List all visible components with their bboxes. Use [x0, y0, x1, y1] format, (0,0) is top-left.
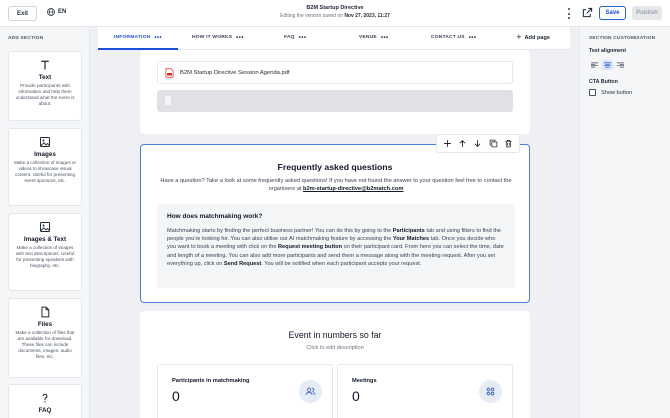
tab-how-it-works[interactable]: HOW IT WORKS •••: [192, 35, 244, 41]
align-right-icon: [617, 62, 624, 68]
tab-label: INFORMATION: [114, 35, 151, 40]
pdf-file-icon: [165, 67, 174, 78]
section-card-files[interactable]: Files Make a collection of files that ar…: [8, 298, 82, 378]
meetings-grid-icon: [479, 380, 502, 403]
section-card-description: Make a collection of images with text de…: [15, 245, 75, 269]
show-button-toggle[interactable]: Show button: [589, 89, 632, 96]
tab-options-icon[interactable]: •••: [299, 35, 307, 41]
tab-venue[interactable]: VENUE •••: [359, 35, 389, 41]
tab-information[interactable]: INFORMATION •••: [114, 35, 162, 41]
add-section-title: ADD SECTION: [8, 36, 44, 41]
cta-button-label: CTA Button: [589, 79, 618, 85]
tab-options-icon[interactable]: •••: [154, 35, 162, 41]
save-button[interactable]: Save: [599, 6, 626, 20]
section-card-name: Files: [37, 321, 53, 328]
delete-icon[interactable]: [504, 139, 513, 148]
text-alignment-label: Text alignment: [589, 48, 626, 54]
move-up-icon[interactable]: [458, 139, 467, 148]
top-bar: Exit EN B2M Startup Directive Editing th…: [0, 0, 670, 27]
align-right-button[interactable]: [615, 60, 626, 70]
faq-question: How does matchmaking work?: [167, 213, 263, 220]
align-center-button[interactable]: [602, 60, 613, 70]
customization-title: SECTION CUSTOMIZATION: [589, 36, 656, 41]
plus-icon: +: [516, 32, 522, 42]
file-placeholder-icon: [165, 96, 171, 105]
faq-title: Frequently asked questions: [277, 162, 393, 172]
section-card-images[interactable]: Images Make a collection of images or vi…: [8, 128, 82, 206]
add-page-label: Add page: [524, 34, 550, 41]
section-customization-panel: SECTION CUSTOMIZATION Text alignment CTA…: [579, 27, 670, 418]
section-card-images-text[interactable]: Images & Text Make a collection of image…: [8, 213, 82, 291]
faq-answer: Matchmaking starts by finding the perfec…: [167, 228, 504, 267]
contact-email-link[interactable]: b2m-startup-directive@b2match.com: [303, 186, 403, 192]
file-icon: [41, 306, 50, 318]
more-options-icon[interactable]: [566, 8, 572, 19]
stat-value: 0: [172, 388, 180, 404]
section-card-name: Images & Text: [23, 236, 67, 243]
tab-contact-us[interactable]: CONTACT US •••: [431, 35, 477, 41]
text-alignment-group: [589, 60, 626, 70]
section-card-description: Make a collection of files that are avai…: [15, 330, 75, 360]
stat-label: Meetings: [352, 378, 377, 384]
section-card-text[interactable]: Text Provide participants with informati…: [8, 51, 82, 121]
file-upload-placeholder[interactable]: [157, 90, 513, 112]
add-icon[interactable]: [443, 139, 452, 148]
image-icon: [40, 137, 50, 147]
stat-card-meetings: Meetings 0: [337, 364, 513, 418]
people-icon: [299, 380, 322, 403]
faq-section[interactable]: Frequently asked questions Have a questi…: [140, 144, 530, 303]
text-icon: [41, 60, 49, 70]
tab-options-icon[interactable]: •••: [381, 35, 389, 41]
move-down-icon[interactable]: [473, 139, 482, 148]
align-center-icon: [604, 62, 611, 68]
tab-options-icon[interactable]: •••: [236, 35, 244, 41]
version-date: Nov 27, 2023, 11:27: [344, 13, 390, 19]
add-page-button[interactable]: + Add page: [516, 32, 550, 42]
section-card-name: Images: [34, 151, 56, 158]
section-card-faq[interactable]: FAQ: [8, 384, 82, 418]
faq-subtitle: Have a question? Take a look at some fre…: [160, 178, 512, 193]
show-button-label: Show button: [601, 89, 633, 96]
align-left-button[interactable]: [589, 60, 600, 70]
section-card-description: Make a collection of images or videos to…: [13, 160, 77, 184]
section-card-name: FAQ: [38, 407, 52, 414]
tab-label: HOW IT WORKS: [192, 35, 233, 40]
image-text-icon: [40, 222, 50, 232]
stats-description[interactable]: Click to edit description: [140, 345, 530, 351]
tab-label: VENUE: [359, 35, 377, 40]
page-tabs: INFORMATION ••• HOW IT WORKS ••• FAQ ••• VE…: [98, 27, 570, 50]
add-section-panel: ADD SECTION Text Provide participants wi…: [0, 27, 90, 418]
section-card-description: Provide participants with information an…: [15, 83, 75, 107]
show-button-checkbox[interactable]: [589, 89, 596, 96]
align-left-icon: [591, 62, 598, 68]
stats-title: Event in numbers so far: [288, 330, 382, 340]
stat-value: 0: [352, 388, 360, 404]
publish-button[interactable]: Publish: [632, 6, 662, 20]
file-item[interactable]: B2M Startup Directive Session Agenda.pdf: [157, 61, 513, 84]
section-toolbar: [436, 134, 520, 153]
stat-card-participants: Participants in matchmaking 0: [157, 364, 333, 418]
tab-faq[interactable]: FAQ •••: [284, 35, 307, 41]
section-card-name: Text: [38, 74, 52, 81]
tab-options-icon[interactable]: •••: [469, 35, 477, 41]
external-link-icon[interactable]: [582, 7, 593, 18]
files-section[interactable]: B2M Startup Directive Session Agenda.pdf: [140, 50, 530, 134]
stats-section[interactable]: Event in numbers so far Click to edit de…: [140, 311, 530, 418]
faq-item[interactable]: How does matchmaking work? Matchmaking s…: [157, 204, 515, 288]
tab-label: CONTACT US: [431, 35, 465, 40]
file-name: B2M Startup Directive Session Agenda.pdf: [180, 69, 290, 76]
question-icon: [42, 393, 48, 403]
stat-label: Participants in matchmaking: [172, 378, 250, 384]
tab-label: FAQ: [284, 35, 295, 40]
page-canvas: B2M Startup Directive Session Agenda.pdf…: [98, 50, 570, 418]
duplicate-icon[interactable]: [489, 139, 498, 148]
